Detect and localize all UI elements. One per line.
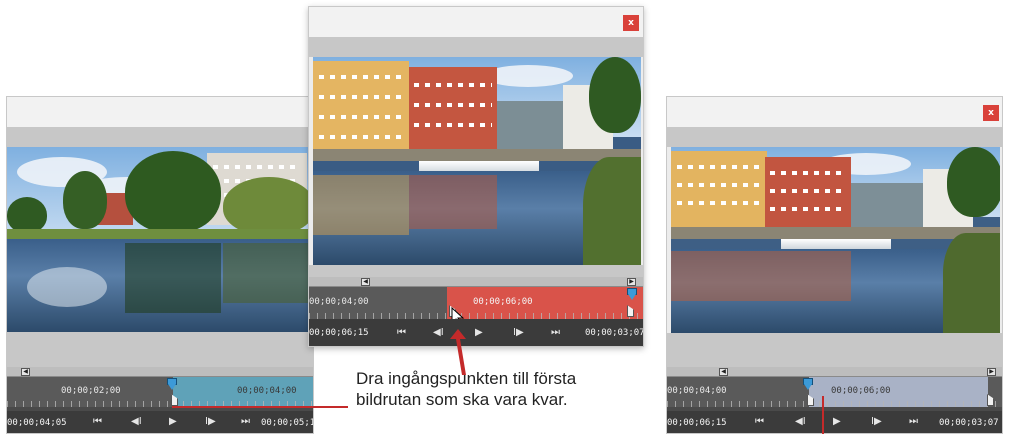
right-window-titlebar [667, 97, 1002, 127]
left-callout-line [172, 406, 348, 408]
center-tc-top-2: 00;00;06;00 [473, 297, 533, 307]
center-close-button[interactable]: x [623, 15, 639, 31]
right-callout-line [822, 396, 824, 434]
left-window: ◀ 00;00;02;00 00;00;04;00 00;00;04;05 ⏮ … [6, 96, 314, 434]
center-step-back-button[interactable]: ◀I [433, 327, 444, 338]
center-scroll-left-button[interactable]: ◀ [361, 278, 370, 286]
caption-line-1: Dra ingångspunkten till första [356, 369, 577, 388]
center-go-to-end-button[interactable]: ⏭ [551, 327, 560, 338]
right-window: x ◀ ▶ 00;00;04;00 00;00;06;00 00;00;06;1… [666, 96, 1003, 434]
center-gray-band-bottom [309, 265, 643, 277]
left-timeline-scrollbar[interactable]: ◀ [7, 367, 313, 377]
center-window: x ◀ ▶ 00;00;04;00 00;00;06;00 00;00;06;1… [308, 6, 644, 347]
right-tc-duration: 00;00;03;07 [939, 418, 999, 428]
right-step-forward-button[interactable]: I▶ [871, 416, 882, 427]
center-video-frame [313, 57, 641, 265]
right-play-button[interactable]: ▶ [833, 416, 841, 427]
right-scroll-left-button[interactable]: ◀ [719, 368, 728, 376]
left-tc-top-2: 00;00;04;00 [237, 386, 297, 396]
left-scroll-left-button[interactable]: ◀ [21, 368, 30, 376]
left-go-to-end-button[interactable]: ⏭ [241, 416, 250, 427]
right-weir [781, 239, 891, 249]
right-yellow-building [671, 151, 767, 229]
right-step-back-button[interactable]: ◀I [795, 416, 806, 427]
center-step-forward-button[interactable]: I▶ [513, 327, 524, 338]
center-yellow-building [313, 61, 409, 151]
left-timeline-track[interactable]: 00;00;02;00 00;00;04;00 [7, 377, 313, 407]
left-go-to-start-button[interactable]: ⏮ [93, 416, 102, 427]
left-step-forward-button[interactable]: I▶ [205, 416, 216, 427]
right-video-frame [671, 147, 1000, 333]
right-tc-top-1: 00;00;04;00 [667, 386, 727, 396]
left-timeline[interactable]: ◀ 00;00;02;00 00;00;04;00 00;00;04;05 ⏮ … [7, 367, 313, 433]
center-red-building [409, 67, 497, 149]
left-transport-bar: 00;00;04;05 ⏮ ◀I ▶ I▶ ⏭ 00;00;05;17 [7, 411, 313, 433]
right-playhead-marker[interactable] [803, 378, 813, 392]
center-timeline-track[interactable]: 00;00;04;00 00;00;06;00 [309, 287, 643, 327]
left-tc-top-1: 00;00;02;00 [61, 386, 121, 396]
left-video-frame [7, 147, 313, 332]
right-tc-current: 00;00;06;15 [667, 418, 727, 428]
right-timeline[interactable]: ◀ ▶ 00;00;04;00 00;00;06;00 00;00;06;15 … [667, 367, 1002, 433]
right-timeline-scrollbar[interactable]: ◀ ▶ [667, 367, 1002, 377]
right-gray-band-bottom [667, 333, 1002, 367]
right-go-to-start-button[interactable]: ⏮ [755, 416, 764, 427]
left-tc-duration: 00;00;05;17 [261, 418, 313, 428]
right-red-building [765, 157, 851, 227]
left-playhead-marker[interactable] [167, 378, 177, 392]
center-tc-duration: 00;00;03;07 [585, 328, 644, 338]
right-transport-bar: 00;00;06;15 ⏮ ◀I ▶ I▶ ⏭ 00;00;03;07 [667, 411, 1002, 433]
center-glass-building [497, 101, 567, 149]
right-timeline-track[interactable]: 00;00;04;00 00;00;06;00 [667, 377, 1002, 407]
right-out-point-handle[interactable] [987, 394, 994, 406]
right-glass-building [851, 183, 925, 227]
center-tc-top-1: 00;00;04;00 [309, 297, 369, 307]
center-window-titlebar [309, 7, 643, 37]
left-step-back-button[interactable]: ◀I [131, 416, 142, 427]
right-close-button[interactable]: x [983, 105, 999, 121]
right-gray-band [667, 127, 1002, 147]
left-gray-band [7, 127, 313, 147]
caption-line-2: bildrutan som ska vara kvar. [356, 390, 568, 409]
left-gray-band-bottom [7, 332, 313, 367]
center-scroll-right-button[interactable]: ▶ [627, 278, 636, 286]
caption-text: Dra ingångspunkten till första bildrutan… [356, 368, 576, 410]
left-window-titlebar [7, 97, 313, 127]
center-gray-band [309, 37, 643, 57]
right-timeline-ruler [667, 401, 1002, 407]
center-playhead-marker[interactable] [627, 288, 637, 302]
right-go-to-end-button[interactable]: ⏭ [909, 416, 918, 427]
right-tc-top-2: 00;00;06;00 [831, 386, 891, 396]
right-scroll-right-button[interactable]: ▶ [987, 368, 996, 376]
center-timeline-scrollbar[interactable]: ◀ ▶ [309, 277, 643, 287]
center-tc-current: 00;00;06;15 [309, 328, 369, 338]
center-go-to-start-button[interactable]: ⏮ [397, 327, 406, 338]
left-play-button[interactable]: ▶ [169, 416, 177, 427]
left-tc-current: 00;00;04;05 [7, 418, 67, 428]
